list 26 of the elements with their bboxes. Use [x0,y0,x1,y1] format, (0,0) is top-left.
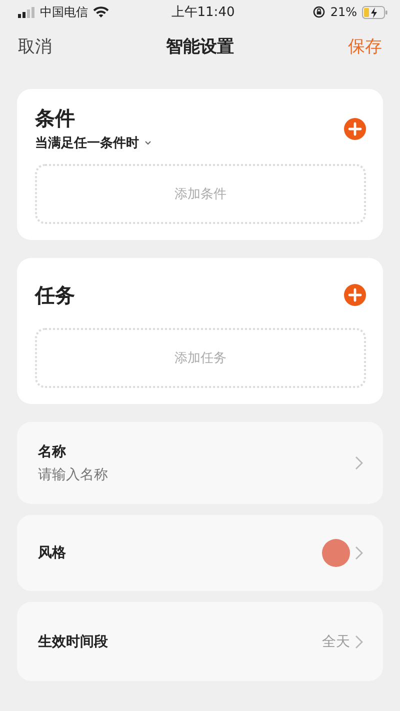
wifi-icon [93,6,109,18]
status-time: 上午11:40 [171,4,235,21]
section-title: 任务 [35,282,75,308]
carrier-name: 中国电信 [40,4,88,20]
cancel-button[interactable]: 取消 [18,34,52,58]
settings-row[interactable]: 名称 请输入名称 [17,422,383,504]
battery-percent: 21% [330,5,357,19]
row-label: 名称 [38,443,67,461]
signal-icon [18,6,35,18]
row-value: 全天 [322,632,350,650]
settings-row[interactable]: 风格 [17,515,383,591]
add-button[interactable] [344,118,366,140]
chevron-right-icon [355,456,363,470]
settings-row[interactable]: 生效时间段 全天 [17,602,383,681]
section-title: 条件 [35,105,76,132]
condition-mode-dropdown[interactable]: 当满足任一条件时 [35,134,151,152]
add-button[interactable] [344,284,366,306]
rotation-lock-icon [313,6,326,18]
row-label: 风格 [38,544,66,562]
caret-icon [145,141,151,145]
page-title: 智能设置 [166,36,234,58]
row-label: 生效时间段 [38,632,108,650]
chevron-right-icon [355,634,363,648]
chevron-right-icon [355,546,363,560]
name-input-field[interactable]: 请输入名称 [38,467,238,483]
battery-icon [362,6,388,18]
